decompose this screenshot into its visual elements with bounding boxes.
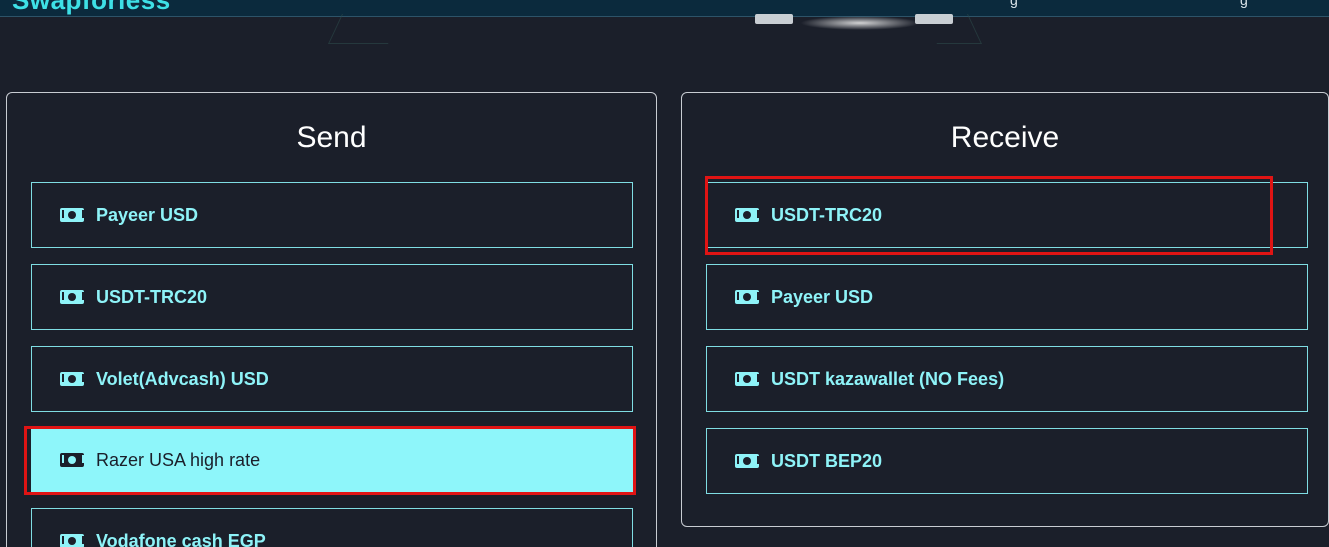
money-icon: [735, 208, 759, 222]
send-panel-title: Send: [296, 121, 367, 154]
option-label: USDT-TRC20: [771, 204, 883, 225]
send-panel: Send Payeer USD USDT-TRC20 Volet(Advcash…: [6, 92, 657, 547]
hero-decoration: [328, 14, 402, 44]
money-icon: [735, 454, 759, 468]
option-label: Volet(Advcash) USD: [96, 368, 269, 389]
site-logo[interactable]: Swapforless: [12, 0, 171, 16]
send-option-vodafone-egp[interactable]: Vodafone cash EGP: [31, 508, 633, 547]
send-option-payeer-usd[interactable]: Payeer USD: [31, 182, 633, 248]
nav-link[interactable]: g: [1010, 0, 1018, 8]
receive-option-usdt-kazawallet[interactable]: USDT kazawallet (NO Fees): [706, 346, 1308, 412]
send-option-razer-usa[interactable]: Razer USA high rate: [31, 427, 633, 493]
receive-panel: Receive USDT-TRC20 Payeer USD USDT kazaw…: [681, 92, 1329, 527]
money-icon: [60, 534, 84, 547]
money-icon: [60, 453, 84, 467]
receive-panel-title: Receive: [950, 121, 1060, 154]
money-icon: [60, 208, 84, 222]
option-label: USDT-TRC20: [96, 286, 208, 307]
option-label: USDT kazawallet (NO Fees): [771, 368, 1005, 389]
receive-option-payeer-usd[interactable]: Payeer USD: [706, 264, 1308, 330]
money-icon: [735, 372, 759, 386]
option-label: Payeer USD: [771, 286, 874, 307]
option-label: Razer USA high rate: [96, 449, 261, 470]
hero-illustration: [755, 12, 965, 34]
receive-option-usdt-bep20[interactable]: USDT BEP20: [706, 428, 1308, 494]
option-label: Payeer USD: [96, 204, 199, 225]
send-option-usdt-trc20[interactable]: USDT-TRC20: [31, 264, 633, 330]
nav-link[interactable]: g: [1240, 0, 1248, 8]
money-icon: [735, 290, 759, 304]
send-option-volet-usd[interactable]: Volet(Advcash) USD: [31, 346, 633, 412]
money-icon: [60, 372, 84, 386]
top-navbar: Swapforless g g: [0, 0, 1329, 17]
option-label: Vodafone cash EGP: [96, 530, 266, 547]
option-label: USDT BEP20: [771, 450, 883, 471]
money-icon: [60, 290, 84, 304]
receive-option-usdt-trc20[interactable]: USDT-TRC20: [706, 182, 1308, 248]
